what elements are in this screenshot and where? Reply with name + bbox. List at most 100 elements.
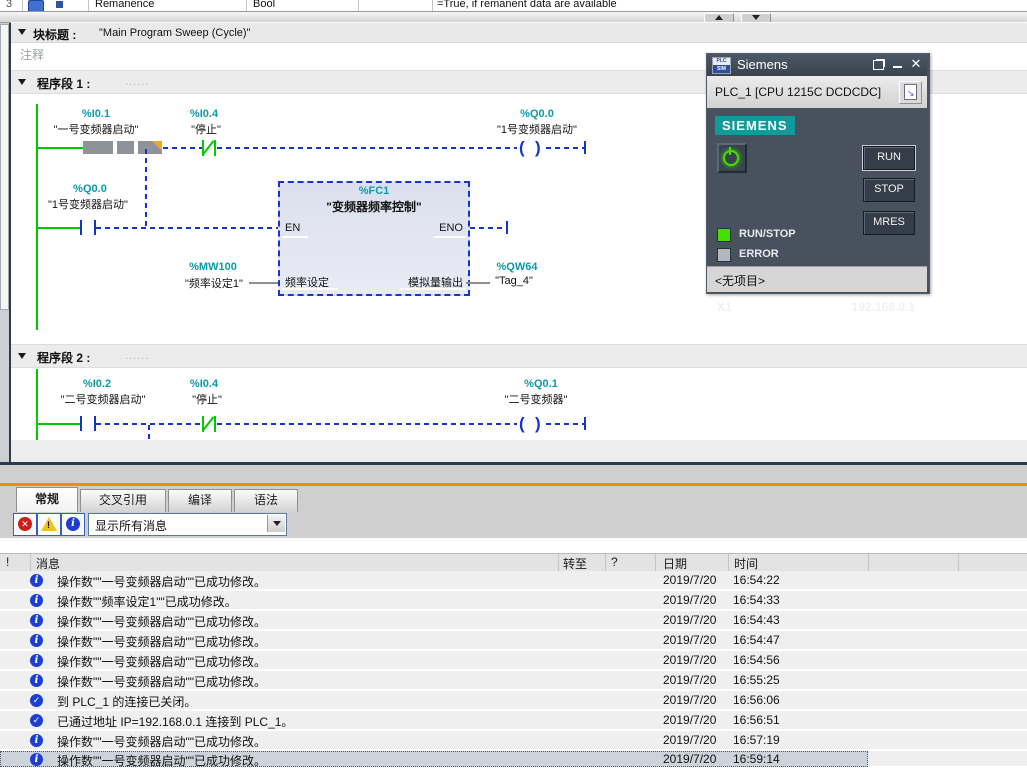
col-header-severity[interactable]: ! <box>6 555 9 569</box>
coil-symbol[interactable]: ( <box>519 139 525 156</box>
collapse-triangle-icon[interactable] <box>18 29 26 35</box>
col-sep <box>432 0 433 11</box>
col-header-message[interactable]: 消息 <box>36 555 60 572</box>
branch-contact-address[interactable]: %Q0.0 <box>73 183 107 195</box>
network2-header[interactable]: 程序段 2 : ...... <box>11 344 1027 368</box>
contact2-address[interactable]: %I0.4 <box>190 378 218 390</box>
contact1-name[interactable]: "二号变频器启动" <box>61 391 146 407</box>
coil-symbol[interactable]: ( <box>519 415 525 432</box>
col-sep <box>246 0 247 11</box>
plcsim-window[interactable]: PLC SIM Siemens ✕ PLC_1 [CPU 1215C DCDCD… <box>706 53 930 294</box>
stop-button[interactable]: STOP <box>863 178 915 202</box>
network1-comment-dots[interactable]: ...... <box>125 76 149 88</box>
coil-address[interactable]: %Q0.0 <box>520 108 554 120</box>
ip-address[interactable]: 192.168.0.1 <box>852 300 915 314</box>
coil-name[interactable]: "二号变频器" <box>505 391 568 407</box>
coil-symbol[interactable]: ) <box>535 415 541 432</box>
tab-general[interactable]: 常规 <box>16 487 78 512</box>
power-button[interactable] <box>717 143 747 173</box>
message-row[interactable]: 已通过地址 IP=192.168.0.1 连接到 PLC_1。 2019/7/2… <box>0 711 1027 731</box>
col-header-question[interactable]: ? <box>611 555 618 569</box>
message-row[interactable]: 操作数""一号变频器启动""已成功修改。 2019/7/20 16:57:19 <box>0 731 1027 751</box>
block-comment[interactable]: 注释 <box>20 46 44 63</box>
plcsim-footer: <无项目> <box>707 266 927 292</box>
fc-output-address[interactable]: %QW64 <box>497 261 538 273</box>
accent-line <box>0 483 1027 486</box>
restore-icon[interactable] <box>873 60 884 70</box>
rung-end-tick <box>506 221 508 234</box>
network2-comment-dots[interactable]: ...... <box>125 350 149 362</box>
message-row[interactable]: 操作数""一号变频器启动""已成功修改。 2019/7/20 16:54:43 <box>0 611 1027 631</box>
message-row[interactable]: 到 PLC_1 的连接已关闭。 2019/7/20 16:56:06 <box>0 691 1027 711</box>
message-row[interactable]: 操作数""一号变频器启动""已成功修改。 2019/7/20 16:54:56 <box>0 651 1027 671</box>
mres-button[interactable]: MRES <box>863 211 915 235</box>
message-row[interactable]: 操作数""一号变频器启动""已成功修改。 2019/7/20 16:55:25 <box>0 671 1027 691</box>
switch-view-button[interactable]: ↘ <box>899 81 922 104</box>
param-wire <box>249 282 278 284</box>
nc-contact[interactable] <box>214 140 216 156</box>
message-date: 2019/7/20 <box>663 752 716 766</box>
contact1-address[interactable]: %I0.2 <box>83 378 111 390</box>
col-sep <box>358 0 359 11</box>
contact2-name[interactable]: "停止" <box>192 391 222 407</box>
contact1-address[interactable]: %I0.1 <box>82 108 110 120</box>
wire-segment <box>546 423 584 425</box>
contact2-name[interactable]: "停止" <box>191 121 221 137</box>
fc1-block[interactable]: %FC1 "变频器频率控制" EN ENO 频率设定 模拟量输出 <box>278 181 470 296</box>
branch-contact-name[interactable]: "1号变频器启动" <box>48 196 128 212</box>
branch-stub <box>148 425 150 441</box>
plcsim-titlebar[interactable]: PLC SIM Siemens ✕ <box>707 54 927 76</box>
var-type[interactable]: Bool <box>253 0 275 10</box>
fc-block-address[interactable]: %FC1 <box>359 185 390 197</box>
filter-errors-button[interactable] <box>13 513 37 536</box>
fc-input-name[interactable]: "频率设定1" <box>185 275 243 291</box>
nc-contact[interactable] <box>214 416 216 432</box>
col-header-date[interactable]: 日期 <box>663 555 687 572</box>
fc-output-name[interactable]: "Tag_4" <box>495 275 533 287</box>
tab-syntax[interactable]: 语法 <box>234 489 298 512</box>
coil-address[interactable]: %Q0.1 <box>524 378 558 390</box>
fc-input-address[interactable]: %MW100 <box>189 261 237 273</box>
var-name[interactable]: Remanence <box>95 0 154 10</box>
collapse-triangle-icon[interactable] <box>18 353 26 359</box>
fc-eno-pin[interactable]: ENO <box>439 222 463 234</box>
col-header-goto[interactable]: 转至 <box>563 555 587 572</box>
message-row[interactable]: 操作数""一号变频器启动""已成功修改。 2019/7/20 16:54:22 <box>0 571 1027 591</box>
contact2-address[interactable]: %I0.4 <box>190 108 218 120</box>
var-comment[interactable]: =True, if remanent data are available <box>437 0 617 10</box>
minimize-icon[interactable] <box>893 66 902 68</box>
network1-title: 程序段 1 : <box>37 75 90 92</box>
fc-en-pin[interactable]: EN <box>285 222 300 234</box>
message-date: 2019/7/20 <box>663 693 716 707</box>
message-row[interactable]: 操作数""频率设定1""已成功修改。 2019/7/20 16:54:33 <box>0 591 1027 611</box>
filter-info-button[interactable] <box>61 513 85 536</box>
message-row[interactable]: 操作数""一号变频器启动""已成功修改。 2019/7/20 16:54:47 <box>0 631 1027 651</box>
message-severity-icon <box>30 753 43 766</box>
filter-warnings-button[interactable] <box>37 513 61 536</box>
message-row-selected[interactable]: 操作数""一号变频器启动""已成功修改。 2019/7/20 16:59:14 <box>0 751 1027 768</box>
collapse-triangle-icon[interactable] <box>18 79 26 85</box>
modified-marker-icon <box>152 141 162 151</box>
project-status: <无项目> <box>715 272 765 289</box>
fc-block-name[interactable]: "变频器频率控制" <box>326 198 421 215</box>
left-scrollbar[interactable] <box>0 24 9 310</box>
tab-cross-references[interactable]: 交叉引用 <box>80 489 166 512</box>
coil-name[interactable]: "1号变频器启动" <box>497 121 577 137</box>
run-button[interactable]: RUN <box>863 146 915 170</box>
tab-compile[interactable]: 编译 <box>168 489 232 512</box>
dropdown-arrow-button[interactable] <box>267 515 285 532</box>
col-header-time[interactable]: 时间 <box>734 555 758 572</box>
interface-table-row[interactable]: 3 Remanence Bool =True, if remanent data… <box>0 0 1027 12</box>
contact1-name[interactable]: "一号变频器启动" <box>54 121 139 137</box>
no-contact[interactable] <box>80 416 82 431</box>
no-contact[interactable] <box>80 220 82 235</box>
col-sep <box>558 554 559 572</box>
bool-type-icon <box>56 1 63 8</box>
wire-segment <box>36 423 80 425</box>
contact1-drag-ghost[interactable] <box>117 141 134 154</box>
message-filter-dropdown[interactable]: 显示所有消息 <box>88 513 287 536</box>
contact1-drag-ghost[interactable] <box>83 141 113 154</box>
coil-symbol[interactable]: ) <box>535 139 541 156</box>
close-icon[interactable]: ✕ <box>909 57 923 71</box>
block-title-value[interactable]: "Main Program Sweep (Cycle)" <box>99 27 250 39</box>
